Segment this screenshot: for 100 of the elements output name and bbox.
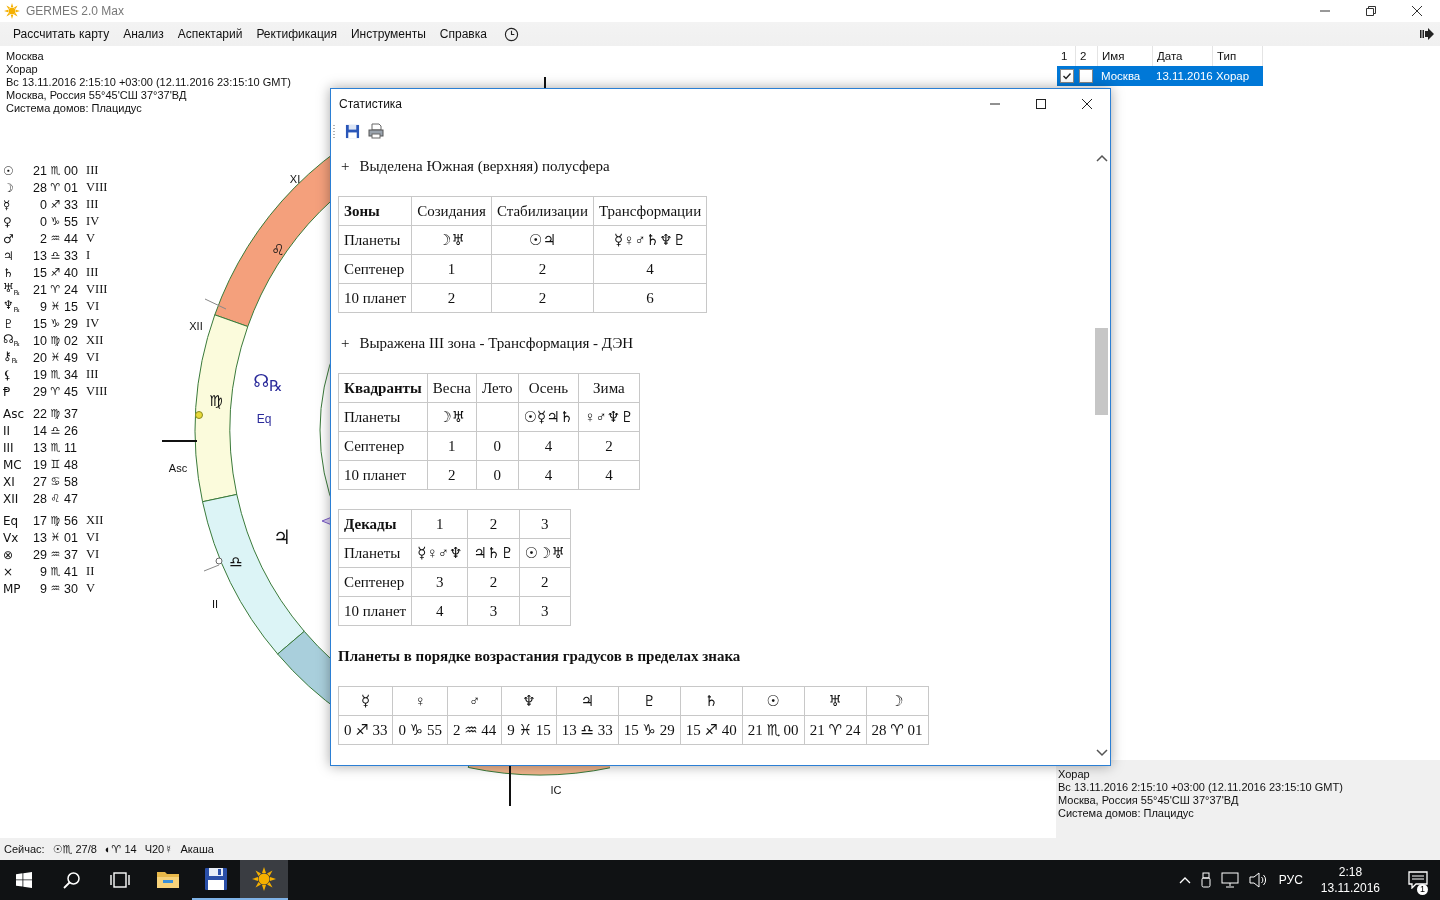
sign-symbol: ♏ — [49, 368, 62, 381]
house-number: VI — [85, 350, 101, 365]
sign-symbol: ♍ — [49, 334, 62, 347]
house-number: III — [85, 265, 100, 280]
usb-drive-icon[interactable] — [1200, 872, 1211, 888]
table-cell: 2 ♒ 44 — [447, 715, 502, 745]
close-icon — [1081, 97, 1093, 110]
windows-logo-icon — [16, 872, 32, 888]
table-cell: 3 — [519, 509, 571, 539]
task-view-icon — [110, 872, 130, 888]
table-cell: ♆ — [501, 686, 557, 716]
section-heading: Планеты в порядке возрастания градусов в пределах знака — [338, 646, 741, 666]
table-cell: 15 ♑ 29 — [618, 715, 681, 745]
chart-list-row[interactable]: Москва 13.11.2016 Хорар — [1057, 66, 1263, 86]
table-cell: ☉♃ — [491, 225, 594, 255]
language-indicator[interactable]: РУС — [1276, 873, 1305, 887]
chart-label: Asc — [168, 462, 188, 474]
table-cell: Планеты — [338, 538, 412, 568]
table-cell: 4 — [518, 431, 579, 461]
table-cell: Осень — [518, 373, 579, 403]
house-number: III — [85, 197, 100, 212]
table-cell: 3 — [411, 567, 468, 597]
point-symbol: ⊗ — [3, 547, 15, 562]
clock-date[interactable]: 13.11.2016 — [1320, 880, 1380, 896]
menu-item[interactable]: Анализ — [116, 24, 171, 44]
point-symbol: Eq — [3, 513, 20, 528]
taskbar-app[interactable] — [240, 860, 288, 900]
menu-item[interactable]: Ректификация — [249, 24, 344, 44]
menu-item[interactable]: Инструменты — [343, 24, 433, 44]
table-cell: Септенер — [338, 254, 412, 284]
sign-symbol: ♎ — [49, 249, 62, 262]
position-minutes: 37 — [64, 406, 79, 421]
print-button[interactable] — [366, 121, 386, 141]
details-line: Хорар — [1058, 768, 1091, 781]
position-minutes: 34 — [64, 367, 79, 382]
point-symbol: ☉ — [3, 163, 15, 178]
table-cell: 0 ♑ 55 — [392, 715, 448, 745]
point-symbol: II — [3, 423, 12, 438]
position-minutes: 29 — [64, 316, 79, 331]
checkbox[interactable] — [1060, 69, 1074, 83]
point-symbol: MC — [3, 457, 23, 472]
clock-icon[interactable] — [503, 26, 519, 42]
expand-toggle[interactable]: + — [341, 334, 350, 352]
sign-symbol: ♈ — [49, 385, 62, 398]
position-minutes: 44 — [64, 231, 79, 246]
folder-icon — [156, 869, 180, 889]
house-number: VI — [85, 299, 101, 314]
house-number: VI — [85, 547, 101, 562]
chart-label: Eq — [256, 413, 272, 425]
position-degree: 29 — [32, 384, 47, 399]
sign-symbol: ♍ — [49, 407, 62, 420]
sign-symbol: ♎ — [49, 424, 62, 437]
menu-item[interactable]: Рассчитать карту — [6, 24, 117, 44]
app-logo-icon — [4, 3, 20, 19]
scrollbar-thumb[interactable] — [1095, 328, 1108, 415]
toolbar-grip[interactable] — [333, 124, 336, 138]
table-cell: Зоны — [338, 196, 412, 226]
point-symbol: ☊$_{℞}$ — [3, 332, 21, 349]
sign-symbol: ♌ — [49, 492, 62, 505]
position-degree: 22 — [32, 406, 47, 421]
table-cell: Квадранты — [338, 373, 428, 403]
house-number: III — [85, 367, 100, 382]
table-cell: 2 — [427, 460, 477, 490]
arrow-right-icon[interactable] — [1420, 28, 1434, 40]
house-number: VIII — [85, 180, 108, 195]
table-cell: 2 — [411, 283, 492, 313]
position-minutes: 40 — [64, 265, 79, 280]
dialog-title: Статистика — [339, 96, 403, 111]
volume-icon[interactable] — [1248, 872, 1267, 888]
position-degree: 9 — [39, 564, 47, 579]
network-icon[interactable] — [1220, 872, 1239, 888]
search-icon — [63, 871, 81, 889]
chart-label: XI — [289, 173, 301, 185]
clock-time[interactable]: 2:18 — [1338, 864, 1363, 880]
table-cell-text: 13.11.2016 — [1155, 70, 1213, 82]
position-minutes: 48 — [64, 457, 79, 472]
chart-label: ♌ — [271, 242, 285, 258]
status-item: ◐♈ 14 — [104, 842, 137, 856]
table-cell: 0 ♐ 33 — [338, 715, 393, 745]
house-number: II — [85, 564, 96, 579]
expand-toggle[interactable]: + — [341, 157, 350, 175]
close-icon — [1411, 5, 1423, 17]
position-minutes: 30 — [64, 581, 79, 596]
position-degree: 15 — [32, 265, 47, 280]
position-degree: 27 — [32, 474, 47, 489]
menu-item[interactable]: Справка — [432, 24, 494, 44]
point-symbol: ♂ — [3, 231, 15, 246]
table-cell: ☽ — [866, 686, 929, 716]
point-symbol: ⚸ — [3, 367, 13, 382]
position-minutes: 37 — [64, 547, 79, 562]
chart-label: II — [211, 598, 219, 610]
table-cell: 2 — [519, 567, 571, 597]
axis-line — [543, 77, 547, 88]
checkbox[interactable] — [1079, 69, 1093, 83]
chevron-up-icon[interactable] — [1178, 876, 1191, 884]
table-cell: 2 — [491, 283, 594, 313]
menu-item[interactable]: Аспектарий — [170, 24, 250, 44]
table-cell: ♀♂♆♇ — [578, 402, 640, 432]
position-degree: 19 — [32, 367, 47, 382]
table-cell: Стабилизации — [491, 196, 594, 226]
